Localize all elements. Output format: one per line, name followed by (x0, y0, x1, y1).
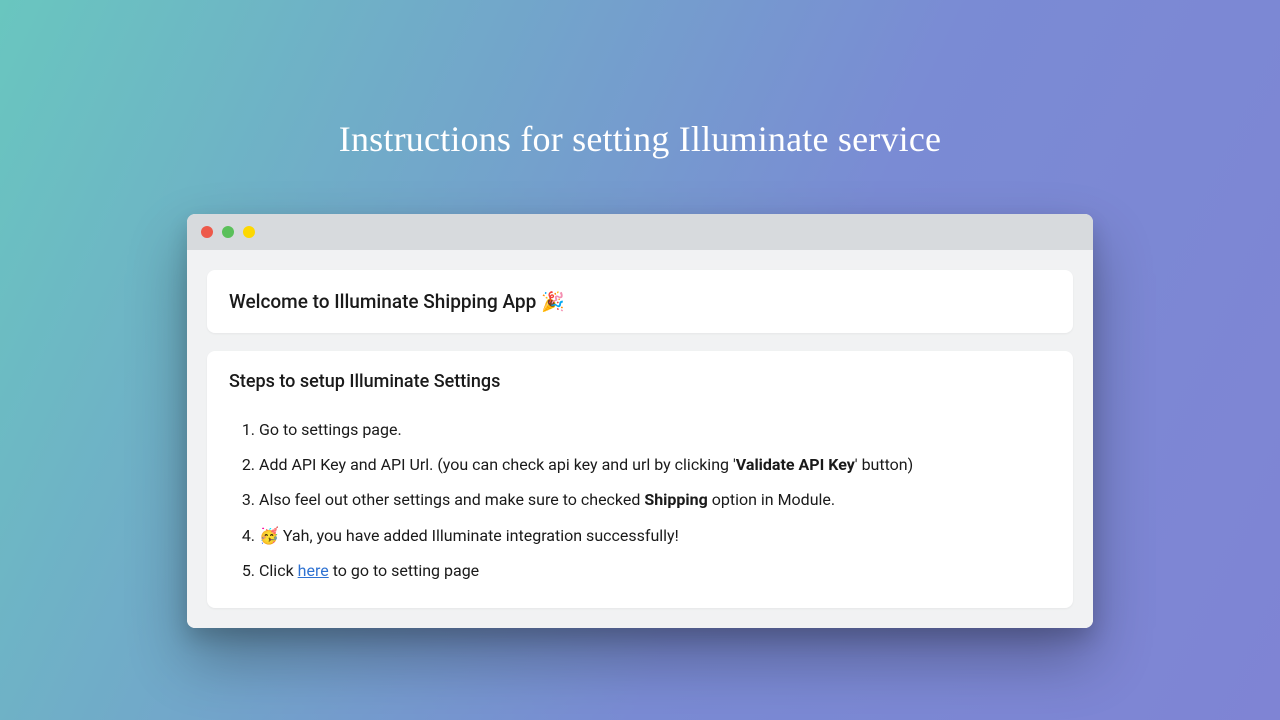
step-5-text-b: to go to setting page (329, 561, 479, 580)
welcome-card: Welcome to Illuminate Shipping App 🎉 (207, 270, 1073, 333)
settings-link[interactable]: here (298, 561, 329, 580)
step-3-text-a: Also feel out other settings and make su… (259, 490, 644, 509)
step-1-text: Go to settings page. (259, 420, 402, 439)
step-5-text-a: Click (259, 561, 298, 580)
step-3-bold: Shipping (644, 490, 707, 509)
step-4: 🥳 Yah, you have added Illuminate integra… (259, 518, 1051, 553)
step-2-text-b: ' button) (855, 455, 913, 474)
step-4-text: 🥳 Yah, you have added Illuminate integra… (259, 526, 679, 545)
step-1: Go to settings page. (259, 412, 1051, 447)
page-title: Instructions for setting Illuminate serv… (339, 118, 941, 160)
step-2-bold: Validate API Key (736, 455, 855, 474)
maximize-icon[interactable] (243, 226, 255, 238)
step-3: Also feel out other settings and make su… (259, 482, 1051, 517)
window-body: Welcome to Illuminate Shipping App 🎉 Ste… (187, 250, 1093, 628)
step-5: Click here to go to setting page (259, 553, 1051, 588)
minimize-icon[interactable] (222, 226, 234, 238)
step-3-text-b: option in Module. (708, 490, 835, 509)
steps-heading: Steps to setup Illuminate Settings (229, 371, 1051, 392)
step-2: Add API Key and API Url. (you can check … (259, 447, 1051, 482)
steps-card: Steps to setup Illuminate Settings Go to… (207, 351, 1073, 608)
step-2-text-a: Add API Key and API Url. (you can check … (259, 455, 736, 474)
steps-list: Go to settings page. Add API Key and API… (229, 412, 1051, 588)
app-window: Welcome to Illuminate Shipping App 🎉 Ste… (187, 214, 1093, 628)
welcome-heading: Welcome to Illuminate Shipping App 🎉 (229, 290, 1051, 313)
window-titlebar (187, 214, 1093, 250)
close-icon[interactable] (201, 226, 213, 238)
